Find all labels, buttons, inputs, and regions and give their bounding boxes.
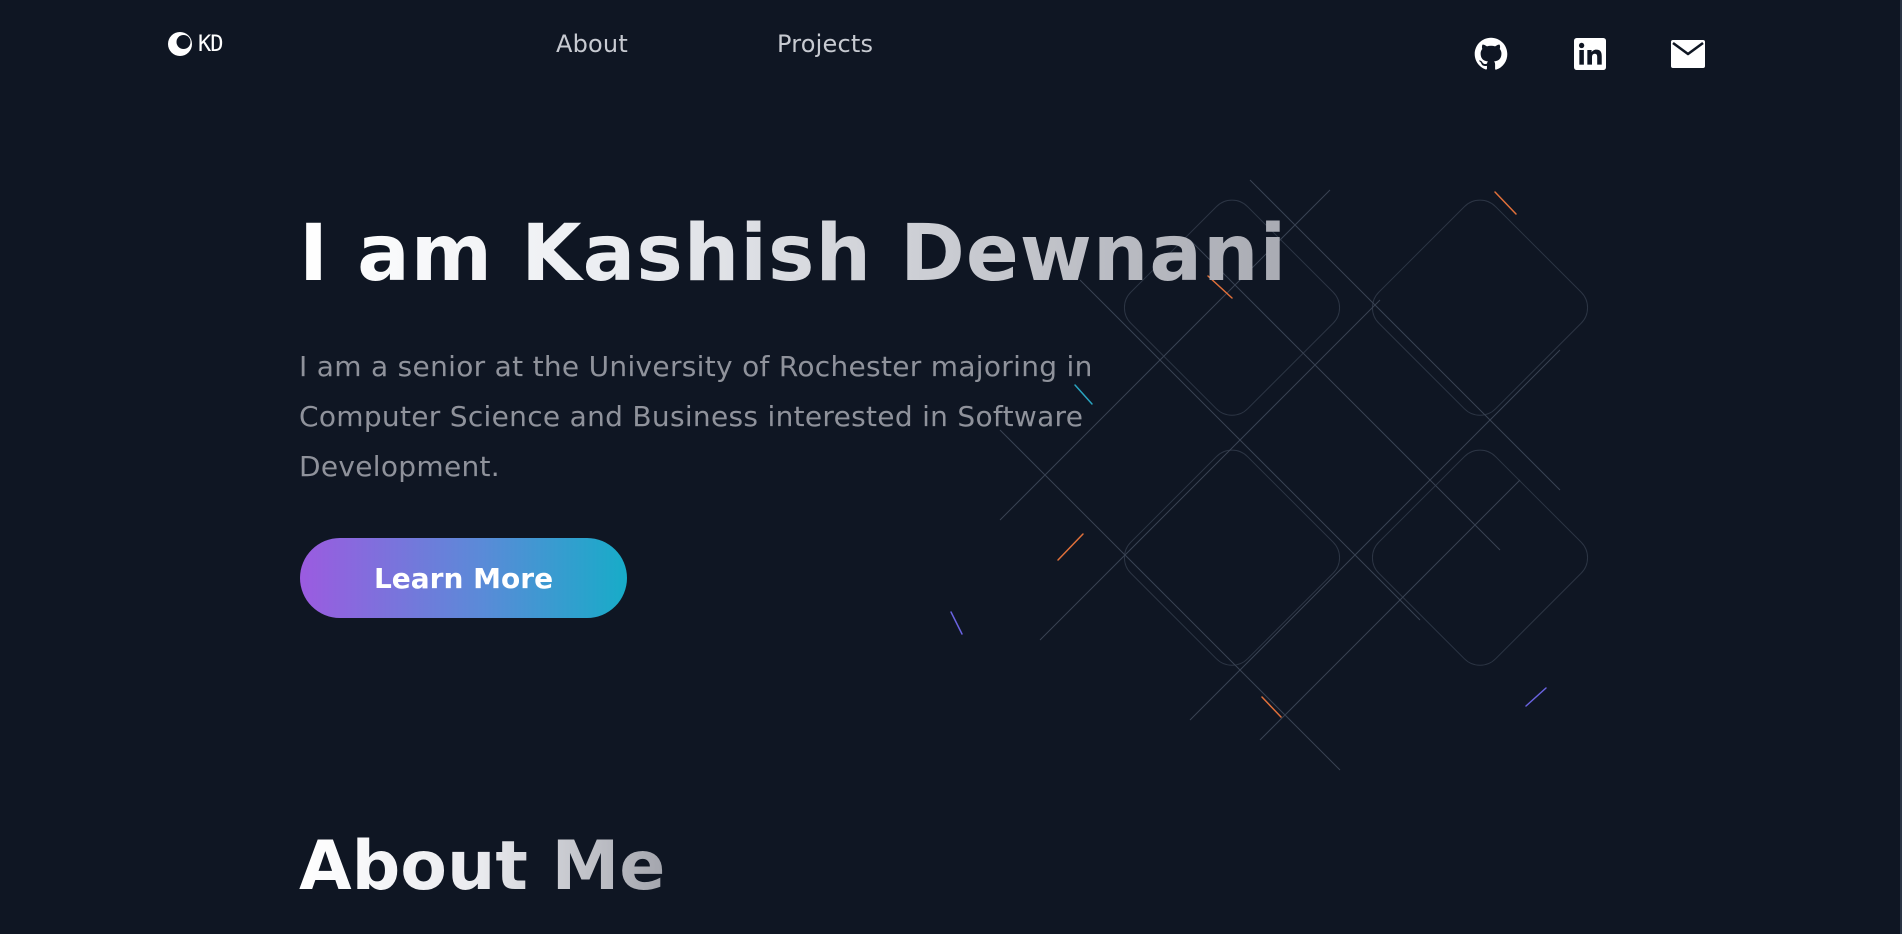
linkedin-icon — [1574, 38, 1606, 70]
mail-icon — [1671, 40, 1705, 68]
about-section-title: About Me — [299, 827, 666, 906]
hero-title: I am Kashish Dewnani — [299, 209, 1288, 299]
linkedin-link[interactable] — [1572, 36, 1608, 72]
page: KD About Projects I am Kashish Dewnani I… — [0, 0, 1902, 934]
logo-link[interactable]: KD — [166, 30, 223, 58]
github-icon — [1474, 37, 1508, 70]
learn-more-button[interactable]: Learn More — [300, 538, 627, 618]
mail-link[interactable] — [1670, 36, 1706, 72]
nav-link-projects[interactable]: Projects — [777, 30, 873, 58]
top-navigation: KD About Projects — [0, 0, 1902, 90]
hero-description: I am a senior at the University of Roche… — [299, 350, 1093, 483]
logo-icon — [168, 32, 192, 56]
logo-text: KD — [198, 31, 223, 57]
github-link[interactable] — [1473, 36, 1509, 72]
nav-link-about[interactable]: About — [556, 30, 628, 58]
